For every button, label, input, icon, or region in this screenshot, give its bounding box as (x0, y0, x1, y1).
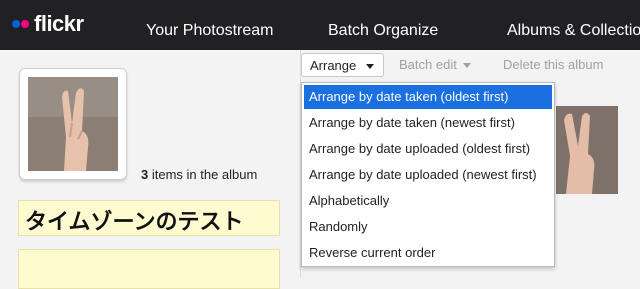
delete-album-link[interactable]: Delete this album (503, 57, 603, 72)
menu-item-date-uploaded-oldest[interactable]: Arrange by date uploaded (oldest first) (304, 137, 552, 161)
menu-item-randomly[interactable]: Randomly (304, 215, 552, 239)
logo-text: flickr (34, 11, 84, 36)
album-description-field[interactable] (18, 249, 280, 289)
menu-item-date-taken-oldest[interactable]: Arrange by date taken (oldest first) (304, 85, 552, 109)
flickr-logo[interactable]: flickr (12, 10, 84, 38)
album-cover-thumbnail[interactable] (19, 68, 127, 180)
item-count-suffix: items in the album (148, 167, 258, 182)
menu-item-date-taken-newest[interactable]: Arrange by date taken (newest first) (304, 111, 552, 135)
album-info-panel: 3 items in the album タイムゾーンのテスト (0, 50, 298, 289)
arrange-button[interactable]: Arrange (301, 53, 384, 77)
chevron-down-icon (366, 64, 374, 69)
logo-blue-dot (12, 20, 20, 28)
nav-albums-collections[interactable]: Albums & Collectio (507, 0, 640, 50)
menu-item-date-uploaded-newest[interactable]: Arrange by date uploaded (newest first) (304, 163, 552, 187)
nav-batch-organize[interactable]: Batch Organize (328, 0, 438, 50)
album-title-text: タイムゾーンのテスト (25, 210, 244, 235)
batch-edit-menu[interactable]: Batch edit (399, 57, 471, 72)
album-cover-photo (28, 77, 118, 171)
chevron-down-icon (462, 63, 471, 69)
album-title-field[interactable]: タイムゾーンのテスト (18, 200, 280, 236)
album-item-count: 3 items in the album (141, 167, 257, 182)
menu-item-alphabetically[interactable]: Alphabetically (304, 189, 552, 213)
arrange-dropdown-menu: Arrange by date taken (oldest first) Arr… (301, 82, 555, 267)
arrange-button-label: Arrange (310, 58, 357, 73)
batch-edit-label: Batch edit (399, 57, 457, 72)
menu-item-reverse-order[interactable]: Reverse current order (304, 241, 552, 265)
album-photo-thumbnail[interactable] (556, 106, 618, 194)
top-navigation-bar: flickr Your Photostream Batch Organize A… (0, 0, 640, 50)
nav-your-photostream[interactable]: Your Photostream (146, 0, 273, 50)
logo-pink-dot (21, 20, 29, 28)
